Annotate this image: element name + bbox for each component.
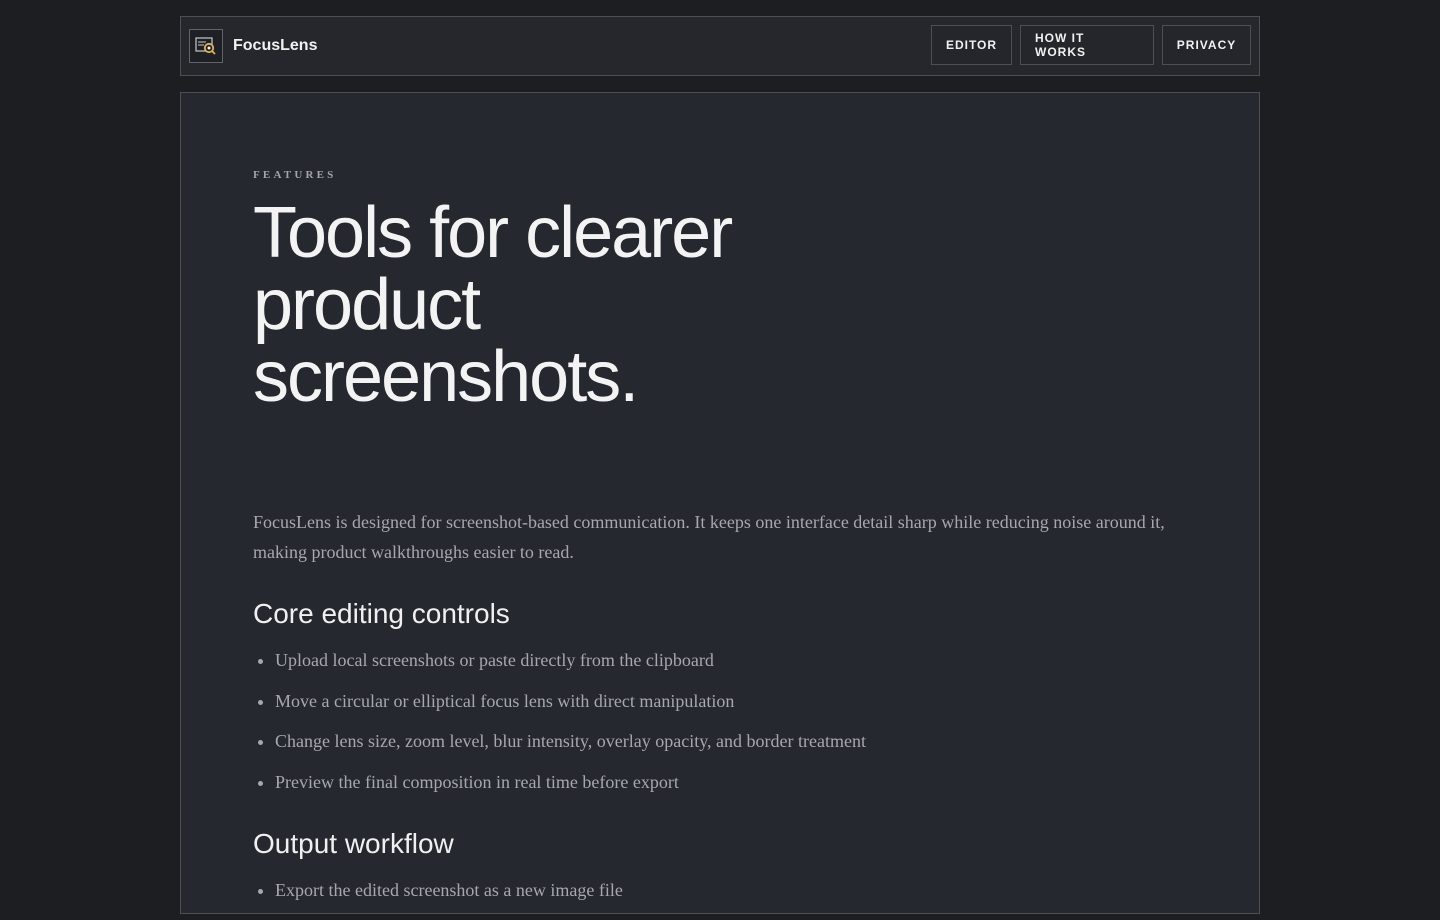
page-headline: Tools for clearer product screenshots.	[253, 193, 733, 417]
top-navigation-bar: FocusLens EDITOR HOW IT WORKS PRIVACY	[180, 16, 1260, 76]
list-item: Preview the final composition in real ti…	[275, 771, 866, 793]
nav-how-it-works-button[interactable]: HOW IT WORKS	[1020, 25, 1154, 65]
list-item: Upload local screenshots or paste direct…	[275, 649, 866, 671]
brand-name: FocusLens	[233, 37, 318, 54]
list-item: Change lens size, zoom level, blur inten…	[275, 730, 866, 752]
logo-graphic	[195, 37, 216, 55]
main-nav: EDITOR HOW IT WORKS PRIVACY	[931, 25, 1251, 65]
output-workflow-heading: Output workflow	[253, 828, 454, 859]
nav-privacy-button[interactable]: PRIVACY	[1162, 25, 1251, 65]
features-panel: FEATURES Tools for clearer product scree…	[180, 92, 1260, 914]
core-editing-controls-heading: Core editing controls	[253, 598, 510, 629]
section-eyebrow: FEATURES	[253, 169, 337, 181]
list-item: Export the edited screenshot as a new im…	[275, 879, 623, 901]
focus-lens-logo-icon	[189, 29, 223, 63]
brand[interactable]: FocusLens	[189, 29, 317, 63]
output-workflow-list: Export the edited screenshot as a new im…	[253, 879, 623, 920]
list-item: Move a circular or elliptical focus lens…	[275, 690, 866, 712]
intro-paragraph: FocusLens is designed for screenshot-bas…	[253, 512, 1165, 562]
nav-editor-button[interactable]: EDITOR	[931, 25, 1012, 65]
core-editing-controls-list: Upload local screenshots or paste direct…	[253, 649, 866, 811]
